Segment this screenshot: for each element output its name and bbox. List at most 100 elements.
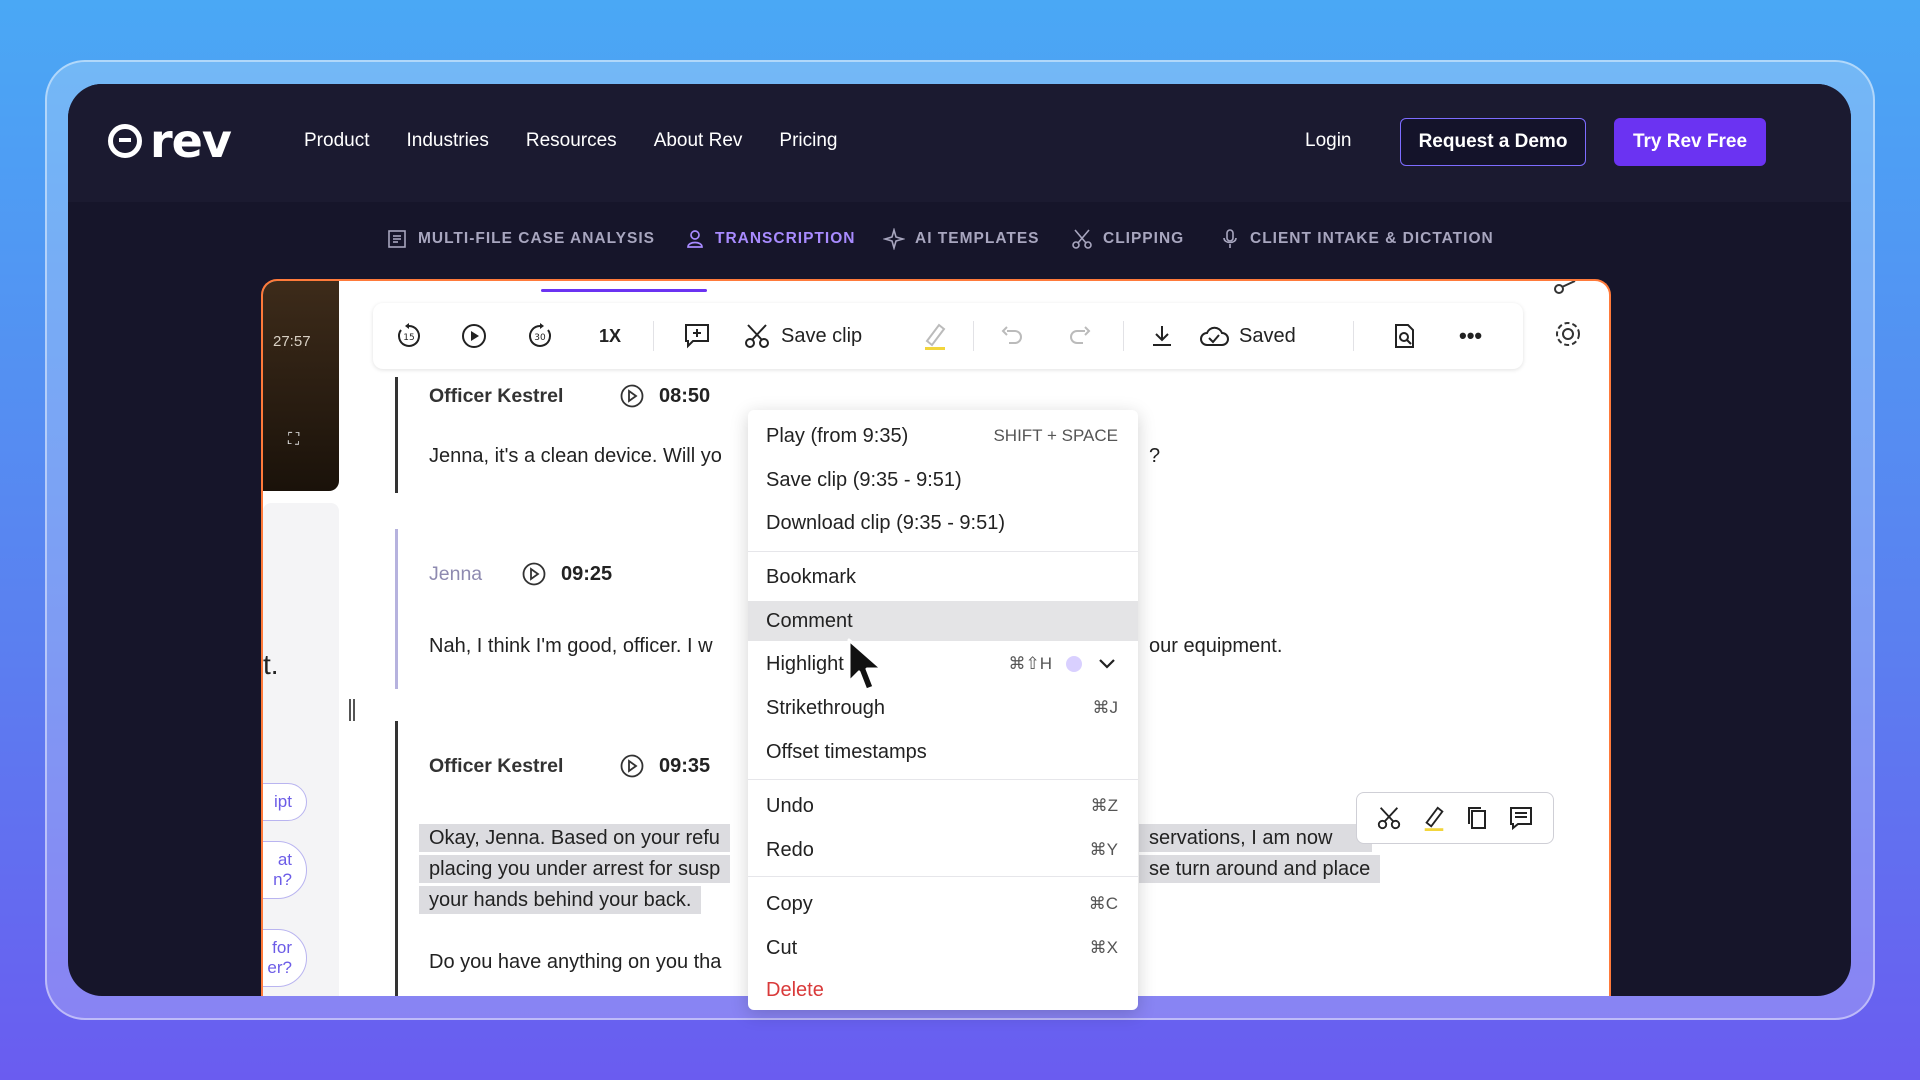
toolbar-divider [1123,321,1124,351]
transcript-line-tail[interactable]: servations, I am now [1139,824,1373,852]
rev-logo[interactable]: rev [108,114,232,168]
try-rev-free-button[interactable]: Try Rev Free [1614,118,1766,166]
menu-item-redo[interactable]: Redo ⌘Y [748,830,1138,870]
logo-text: rev [150,114,232,168]
menu-item-label: Download clip (9:35 - 9:51) [766,511,1006,534]
play-circle-icon [620,384,644,408]
tab-label: TRANSCRIPTION [715,230,856,247]
menu-item-offset-timestamps[interactable]: Offset timestamps [748,732,1138,772]
menu-item-label: Offset timestamps [766,740,927,763]
download-button[interactable] [1149,303,1175,369]
menu-item-label: Cut [766,936,798,959]
timestamp-button[interactable]: 09:35 [619,753,710,779]
timestamp-button[interactable]: 08:50 [619,383,710,409]
selected-text[interactable]: Okay, Jenna. Based on your refu [419,824,730,852]
mouse-cursor-icon [847,638,884,692]
redo-button[interactable] [1067,303,1093,369]
menu-item-shortcut: SHIFT + SPACE [993,426,1118,445]
menu-item-download-clip[interactable]: Download clip (9:35 - 9:51) [748,503,1138,543]
menu-item-shortcut: ⌘C [1088,894,1118,913]
highlighter-icon[interactable] [1421,804,1447,832]
nav-pricing[interactable]: Pricing [779,130,837,152]
transcript-line-tail[interactable]: se turn around and place [1139,855,1381,883]
more-options-button[interactable]: ••• [1459,303,1482,369]
menu-item-label: Strikethrough [766,696,885,719]
tab-client-intake-dictation[interactable]: CLIENT INTAKE & DICTATION [1220,228,1494,250]
transcript-line[interactable]: Okay, Jenna. Based on your refu [419,824,730,852]
tab-transcription[interactable]: TRANSCRIPTION [685,228,855,250]
transcript-line[interactable]: placing you under arrest for susp [419,855,731,883]
transcript-line-tail[interactable]: our equipment. [1149,635,1282,658]
tab-clipping[interactable]: CLIPPING [1071,228,1184,250]
nav-industries[interactable]: Industries [406,130,488,152]
nav-about-rev[interactable]: About Rev [654,130,743,152]
menu-item-delete[interactable]: Delete [748,970,1138,1010]
selected-text[interactable]: servations, I am now [1139,824,1373,852]
transcript-line[interactable]: your hands behind your back. [419,886,702,914]
speaker-block-bar [395,377,398,493]
menu-item-label: Delete [766,978,824,1001]
scissors-icon[interactable] [1553,281,1579,295]
selected-text[interactable]: placing you under arrest for susp [419,855,731,883]
highlight-button[interactable] [921,303,949,369]
toolbar-divider [1353,321,1354,351]
nav-product[interactable]: Product [304,130,369,152]
tab-label: CLIPPING [1103,230,1185,247]
request-demo-button[interactable]: Request a Demo [1400,118,1586,166]
menu-item-shortcut: ⌘X [1089,938,1118,957]
toolbar-divider [973,321,974,351]
selected-text[interactable]: your hands behind your back. [419,886,702,914]
tab-multi-file-case-analysis[interactable]: MULTI-FILE CASE ANALYSIS [386,228,655,250]
menu-item-strikethrough[interactable]: Strikethrough ⌘J [748,688,1138,728]
play-button[interactable] [460,303,488,369]
add-comment-button[interactable] [683,303,711,369]
forward-30-button[interactable]: 30 [526,303,554,369]
menu-item-copy[interactable]: Copy ⌘C [748,884,1138,924]
rewind-15-button[interactable]: 15 [395,303,423,369]
menu-item-save-clip[interactable]: Save clip (9:35 - 9:51) [748,460,1138,500]
transcript-line[interactable]: Do you have anything on you tha [429,951,721,974]
copy-icon[interactable] [1465,805,1489,831]
comment-icon[interactable] [1508,805,1534,831]
microphone-icon [1223,229,1237,248]
settings-gear-icon[interactable] [1553,319,1583,349]
menu-item-label: Save clip (9:35 - 9:51) [766,468,962,491]
play-circle-icon [620,754,644,778]
menu-item-play[interactable]: Play (from 9:35) SHIFT + SPACE [748,416,1138,456]
document-scan-icon [388,230,406,248]
toolbar-divider [653,321,654,351]
saved-label: Saved [1239,324,1296,347]
transcript-line[interactable]: Nah, I think I'm good, officer. I w [429,635,713,658]
menu-item-label: Redo [766,838,814,861]
timestamp-label: 09:25 [561,562,613,585]
panel-resize-handle[interactable] [349,699,355,721]
selected-text[interactable]: se turn around and place [1139,855,1381,883]
speaker-name[interactable]: Officer Kestrel [429,385,563,408]
fullscreen-icon[interactable]: ⛶ [288,431,299,449]
video-thumbnail[interactable]: 27:57 ⛶ [263,281,339,491]
speaker-name[interactable]: Jenna [429,563,482,586]
nav-resources[interactable]: Resources [526,130,617,152]
context-menu: Play (from 9:35) SHIFT + SPACE Save clip… [748,410,1138,1010]
scissors-icon[interactable] [1376,805,1402,831]
menu-item-highlight[interactable]: Highlight ⌘⇧H [748,644,1138,684]
login-link[interactable]: Login [1305,130,1352,152]
transcript-line[interactable]: Jenna, it's a clean device. Will yo [429,445,722,468]
menu-item-cut[interactable]: Cut ⌘X [748,928,1138,968]
more-icon: ••• [1459,323,1483,348]
save-clip-button[interactable]: Save clip [743,303,862,369]
highlight-color-swatch[interactable] [1066,656,1082,672]
tab-ai-templates[interactable]: AI TEMPLATES [883,228,1040,250]
playback-speed-button[interactable]: 1X [599,303,621,369]
transcript-line-tail[interactable]: ? [1149,445,1160,468]
saved-status: Saved [1199,303,1296,369]
menu-item-undo[interactable]: Undo ⌘Z [748,786,1138,826]
speaker-name[interactable]: Officer Kestrel [429,755,563,778]
undo-button[interactable] [999,303,1025,369]
chevron-down-icon[interactable] [1098,658,1116,670]
menu-item-bookmark[interactable]: Bookmark [748,557,1138,597]
find-in-document-button[interactable] [1391,303,1419,369]
timestamp-button[interactable]: 09:25 [521,561,612,587]
suggestion-pill[interactable]: ipt [263,783,307,821]
menu-item-comment[interactable]: Comment [748,601,1138,641]
